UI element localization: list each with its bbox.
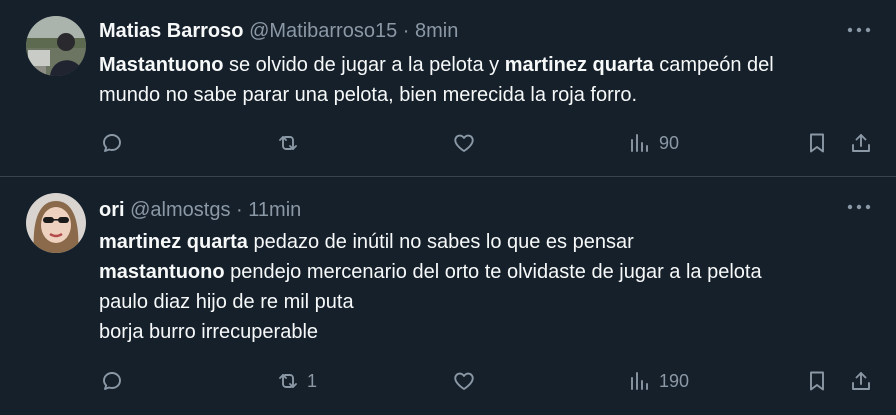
text-span: paulo diaz hijo de re mil puta xyxy=(99,291,354,313)
reply-button[interactable] xyxy=(100,366,124,396)
views-button[interactable]: 90 xyxy=(628,128,679,158)
retweet-button[interactable] xyxy=(276,128,307,158)
text-span: pendejo mercenario del orto te olvidaste… xyxy=(224,261,762,283)
views-count: 190 xyxy=(659,370,690,391)
like-button[interactable] xyxy=(452,128,476,158)
more-options-button[interactable] xyxy=(844,20,874,40)
more-options-button[interactable] xyxy=(844,197,874,217)
text-span: pedazo de inútil no sabes lo que es pens… xyxy=(247,231,634,253)
heart-icon xyxy=(454,134,474,152)
more-dots-icon xyxy=(847,204,871,210)
bookmark-icon xyxy=(810,133,824,153)
retweet-icon xyxy=(279,374,297,388)
timestamp[interactable]: 11min xyxy=(248,199,301,221)
tweet-text: Mastantuono se olvido de jugar a la pelo… xyxy=(99,50,774,110)
username[interactable]: @almostgs xyxy=(130,199,230,221)
text-line: mundo no sabe parar una pelota, bien mer… xyxy=(99,80,774,110)
tweet[interactable]: Matias Barroso @Matibarroso15 · 8min Mas… xyxy=(0,0,896,176)
display-name[interactable]: Matias Barroso xyxy=(99,20,244,42)
text-line: mastantuono pendejo mercenario del orto … xyxy=(99,257,762,287)
text-span: campeón del xyxy=(653,54,774,76)
reply-icon xyxy=(103,372,121,390)
bookmark-button[interactable] xyxy=(805,128,829,158)
like-button[interactable] xyxy=(452,366,476,396)
views-chart-icon xyxy=(631,372,648,390)
avatar[interactable] xyxy=(26,193,86,253)
separator-dot: · xyxy=(236,199,243,221)
tweet-header: ori @almostgs · 11min xyxy=(99,197,301,223)
retweet-count: 1 xyxy=(307,370,318,391)
mention-bold: Mastantuono xyxy=(99,54,224,76)
heart-icon xyxy=(454,372,474,390)
text-span: se olvido de jugar a la pelota y xyxy=(223,54,505,76)
views-chart-icon xyxy=(631,134,648,152)
separator-dot: · xyxy=(402,20,410,42)
mention-bold: martinez quarta xyxy=(504,54,654,76)
share-icon xyxy=(852,134,870,152)
text-line: Mastantuono se olvido de jugar a la pelo… xyxy=(99,50,774,80)
share-button[interactable] xyxy=(849,128,873,158)
reply-icon xyxy=(103,134,121,152)
mention-bold: mastantuono xyxy=(99,261,225,283)
share-icon xyxy=(852,372,870,390)
more-dots-icon xyxy=(847,27,871,33)
share-button[interactable] xyxy=(849,366,873,396)
bookmark-button[interactable] xyxy=(805,366,829,396)
timeline-feed: Matias Barroso @Matibarroso15 · 8min Mas… xyxy=(0,0,896,415)
username[interactable]: @Matibarroso15 xyxy=(249,20,397,42)
tweet[interactable]: ori @almostgs · 11min martinez quarta pe… xyxy=(0,177,896,415)
text-span: borja burro irrecuperable xyxy=(99,321,319,343)
tweet-header: Matias Barroso @Matibarroso15 · 8min xyxy=(99,18,458,44)
action-bar: 90 xyxy=(0,128,896,158)
avatar[interactable] xyxy=(26,16,86,76)
action-bar: 1 190 xyxy=(0,366,896,396)
reply-button[interactable] xyxy=(100,128,124,158)
text-line: paulo diaz hijo de re mil puta xyxy=(99,287,762,317)
retweet-icon xyxy=(279,136,297,150)
text-line: martinez quarta pedazo de inútil no sabe… xyxy=(99,227,762,257)
timestamp[interactable]: 8min xyxy=(415,20,458,42)
text-line: borja burro irrecuperable xyxy=(99,317,762,347)
display-name[interactable]: ori xyxy=(99,199,125,221)
views-count: 90 xyxy=(659,132,680,153)
bookmark-icon xyxy=(810,371,824,391)
views-button[interactable]: 190 xyxy=(628,366,689,396)
retweet-button[interactable]: 1 xyxy=(276,366,317,396)
mention-bold: martinez quarta xyxy=(99,231,248,253)
text-span: mundo no sabe parar una pelota, bien mer… xyxy=(99,84,638,106)
tweet-text: martinez quarta pedazo de inútil no sabe… xyxy=(99,227,762,347)
